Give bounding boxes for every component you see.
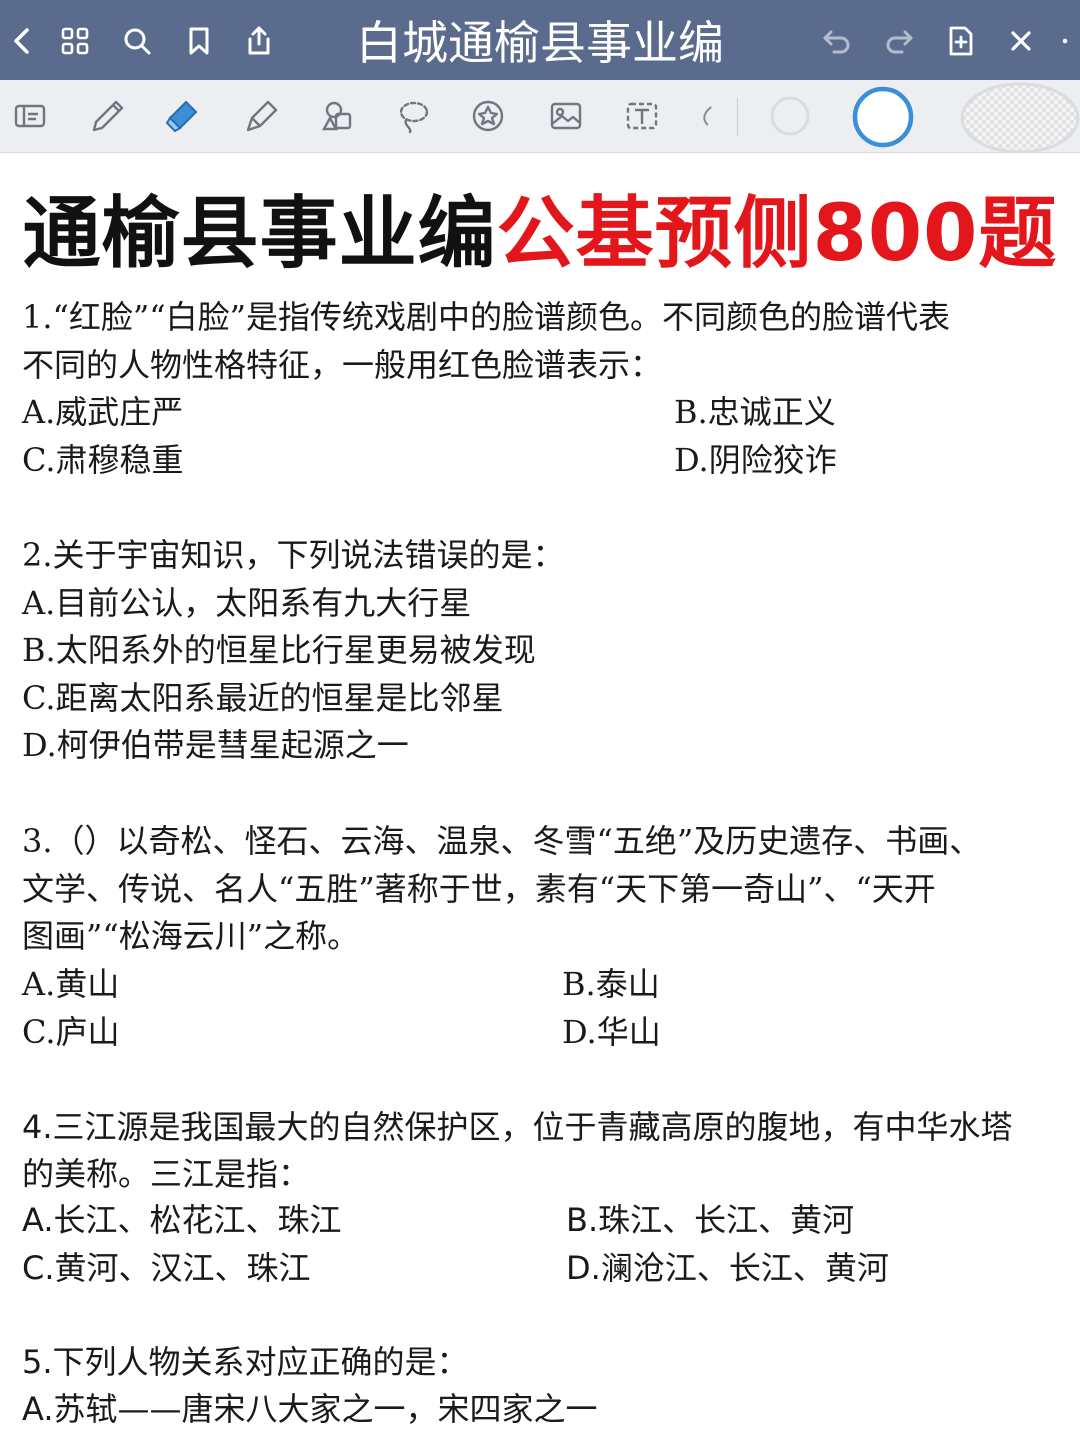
question-1-line-2: 不同的人物性格特征，一般用红色脸谱表示： [22, 346, 663, 384]
text-box-icon[interactable] [620, 94, 664, 138]
image-icon[interactable] [544, 94, 588, 138]
eraser-icon[interactable] [160, 94, 204, 138]
question-2-option-c: C.距离太阳系最近的恒星是比邻星 [22, 679, 504, 717]
document-title: 通榆县事业编公基预侧800题 [0, 186, 1080, 282]
question-2-line-1: 2.关于宇宙知识，下列说法错误的是： [22, 536, 565, 574]
laser-icon[interactable] [692, 94, 726, 138]
question-4-option-a: A.长江、松花江、珠江 [22, 1201, 342, 1239]
question-1-option-c: C.肃穆稳重 [22, 441, 184, 479]
question-2-option-a-answer: A.目前公认，太阳系有九大行星 [22, 584, 472, 622]
top-bar: 白城通榆县事业编 [0, 0, 1080, 80]
question-3-option-a-answer: A.黄山 [22, 965, 120, 1003]
shapes-icon[interactable] [316, 94, 360, 138]
question-4-option-c: C.黄河、汉江、珠江 [22, 1249, 311, 1287]
add-page-icon[interactable] [938, 18, 984, 64]
lasso-icon[interactable] [392, 94, 436, 138]
question-3-option-d: D.华山 [562, 1013, 661, 1051]
search-icon[interactable] [114, 18, 160, 64]
back-icon[interactable] [0, 18, 46, 64]
question-5-line-1: 5.下列人物关系对应正确的是： [22, 1343, 469, 1381]
title-red-part: 公基预侧800题 [496, 189, 1058, 279]
question-1-option-d: D.阴险狡诈 [674, 441, 837, 479]
question-4-line-1: 4.三江源是我国最大的自然保护区，位于青藏高原的腹地，有中华水塔 [22, 1108, 1013, 1146]
question-4-option-d-answer: D.澜沧江、长江、黄河 [566, 1249, 889, 1287]
sticker-icon[interactable] [466, 94, 510, 138]
question-3-option-b: B.泰山 [562, 965, 660, 1003]
question-3-line-3: 图画”“松海云川”之称。 [22, 917, 360, 955]
question-4-option-b: B.珠江、长江、黄河 [566, 1201, 855, 1239]
question-3-option-c: C.庐山 [22, 1013, 120, 1051]
color-light-icon[interactable] [764, 90, 816, 142]
close-icon[interactable] [998, 18, 1044, 64]
question-5-option-a: A.苏轼——唐宋八大家之一，宋四家之一 [22, 1390, 598, 1428]
title-black-part: 通榆县事业编 [22, 189, 497, 279]
toolbar-separator [737, 98, 738, 136]
question-1-option-a: A.威武庄严 [22, 393, 184, 431]
drawing-toolbar [0, 80, 1080, 153]
pen-icon[interactable] [86, 94, 130, 138]
bookmark-icon[interactable] [176, 18, 222, 64]
question-3-line-2: 文学、传说、名人“五胜”著称于世，素有“天下第一奇山”、“天开 [22, 870, 936, 908]
question-1-line-1: 1.“红脸”“白脸”是指传统戏剧中的脸谱颜色。不同颜色的脸谱代表 [22, 298, 950, 336]
more-icon[interactable] [1050, 18, 1080, 64]
undo-icon[interactable] [814, 18, 860, 64]
color-blue-icon[interactable] [848, 82, 918, 152]
share-icon[interactable] [236, 18, 282, 64]
question-3-line-1: 3.（）以奇松、怪石、云海、温泉、冬雪“五绝”及历史遗存、书画、 [22, 822, 982, 860]
question-2-option-b: B.太阳系外的恒星比行星更易被发现 [22, 631, 536, 669]
question-1-option-b-answer: B.忠诚正义 [674, 393, 836, 431]
grid-icon[interactable] [52, 18, 98, 64]
redo-icon[interactable] [876, 18, 922, 64]
question-2-option-d: D.柯伊伯带是彗星起源之一 [22, 726, 409, 764]
question-4-line-2: 的美称。三江是指： [22, 1155, 311, 1193]
layout-icon[interactable] [8, 94, 52, 138]
color-transparent-icon[interactable] [950, 80, 1080, 152]
highlighter-icon[interactable] [240, 94, 284, 138]
